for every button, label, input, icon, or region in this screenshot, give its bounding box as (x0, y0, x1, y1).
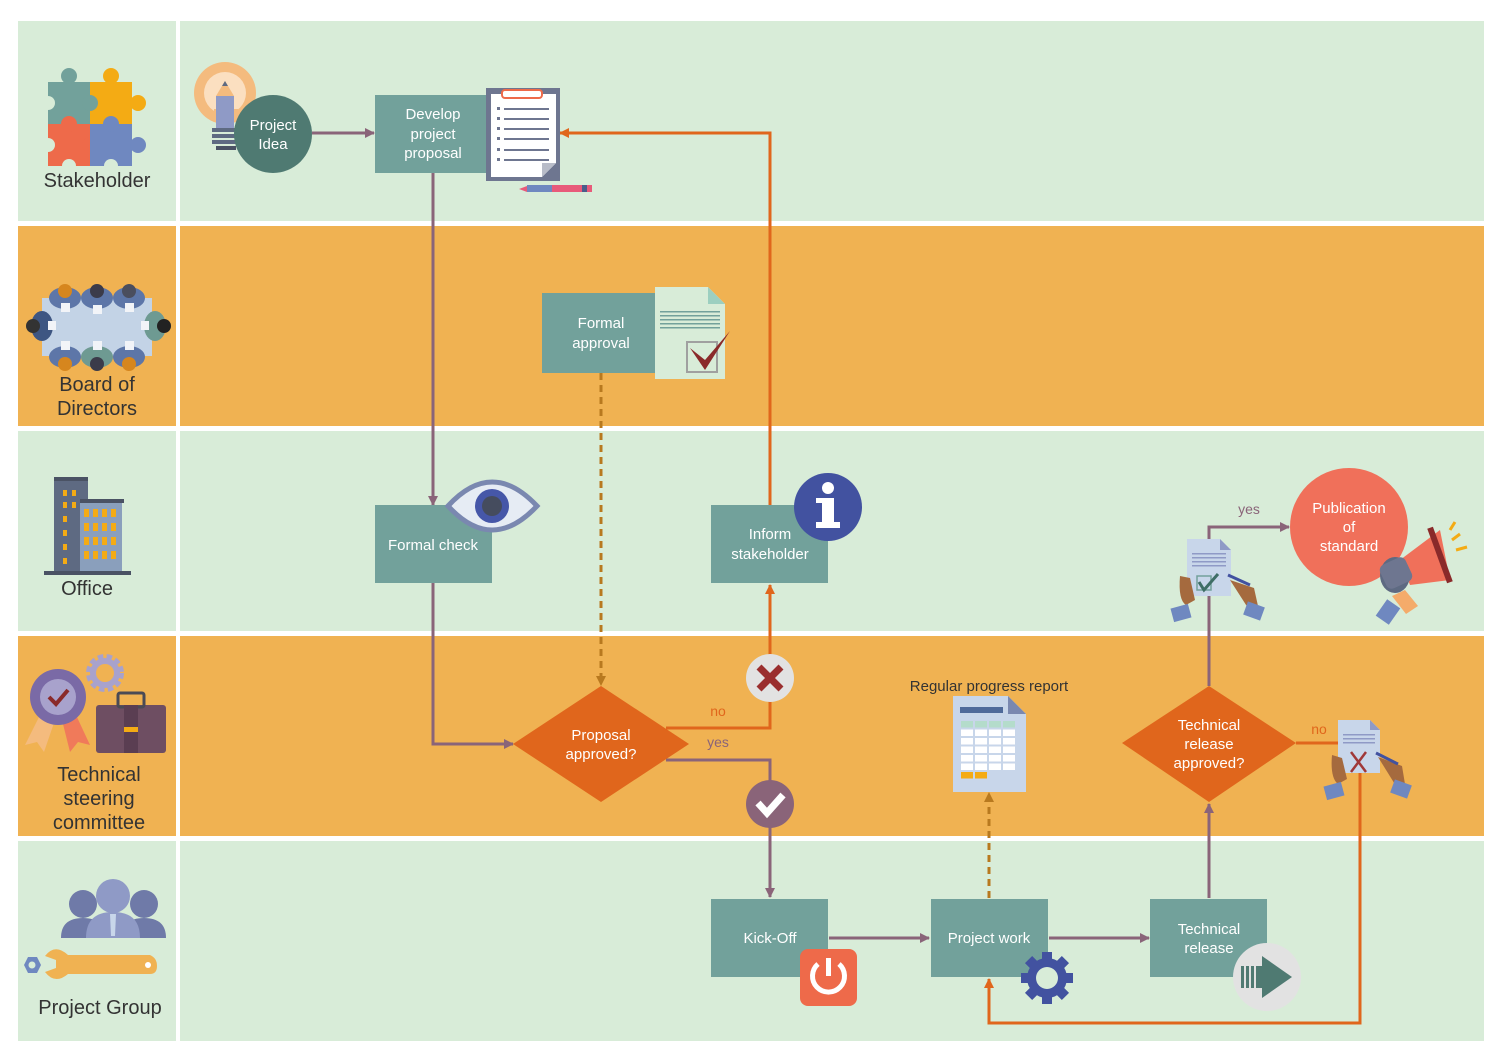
node-label: stakeholder (731, 546, 809, 563)
power-icon (800, 949, 857, 1006)
node-label: Formal (578, 315, 625, 332)
lane-label-steering-line3: committee (53, 812, 145, 834)
edge-label-yes-release: yes (1238, 501, 1260, 517)
node-label: approval (572, 335, 630, 352)
node-label: Develop (405, 106, 460, 123)
node-label: Idea (258, 136, 288, 153)
sheet-cell (961, 738, 973, 745)
lane-label-steering-line2: steering (63, 788, 134, 810)
node-label: approved? (566, 746, 637, 763)
node-label: Kick-Off (743, 930, 797, 947)
sheet-cell (1003, 755, 1015, 762)
sheet-cell (989, 746, 1001, 753)
sheet-cell (961, 721, 973, 728)
node-formal-approval[interactable]: Formal approval (542, 287, 730, 379)
sheet-cell (975, 729, 987, 736)
swimlane-diagram: Stakeholder Board of Directors Office Te… (18, 21, 1484, 1041)
node-label: release (1184, 736, 1233, 753)
lane-label-stakeholder: Stakeholder (44, 170, 151, 192)
spreadsheet-report-icon[interactable] (953, 696, 1026, 792)
node-label: Technical (1178, 717, 1241, 734)
node-label: Formal check (388, 537, 479, 554)
node-label: of (1343, 519, 1356, 536)
sheet-cell (989, 721, 1001, 728)
sheet-cell (975, 738, 987, 745)
sheet-cell (961, 763, 973, 770)
sheet-cell (961, 772, 973, 779)
node-label: proposal (404, 145, 462, 162)
node-label: Project work (948, 930, 1031, 947)
sheet-cell (1003, 763, 1015, 770)
node-label: Publication (1312, 500, 1385, 517)
reject-x-icon (746, 654, 794, 702)
sheet-cell (975, 721, 987, 728)
sheet-cell (961, 746, 973, 753)
edge-label-no-release: no (1311, 721, 1327, 737)
sheet-cell (1003, 746, 1015, 753)
sheet-cell (989, 763, 1001, 770)
sheet-cell (1003, 729, 1015, 736)
sheet-cell (989, 729, 1001, 736)
lane-board (18, 226, 1484, 426)
node-label: Inform (749, 526, 792, 543)
node-label: Technical (1178, 921, 1241, 938)
edge-label-yes-proposal: yes (707, 734, 729, 750)
edge-label-no-proposal: no (710, 703, 726, 719)
sheet-cell (975, 772, 987, 779)
sheet-cell (1003, 738, 1015, 745)
sheet-cell (989, 738, 1001, 745)
gear-icon (1021, 952, 1073, 1004)
approved-document-icon (655, 287, 730, 379)
lane-label-office: Office (61, 578, 113, 600)
progress-report-label: Regular progress report (910, 678, 1069, 695)
lane-label-group: Project Group (38, 997, 161, 1019)
sheet-cell (975, 755, 987, 762)
sheet-cell (975, 763, 987, 770)
approve-check-icon (746, 780, 794, 828)
sheet-cell (961, 729, 973, 736)
info-icon (794, 473, 862, 541)
node-label: Project (250, 117, 298, 134)
node-label: Proposal (571, 727, 630, 744)
sheet-cell (1003, 721, 1015, 728)
puzzle-icon (41, 68, 146, 173)
lane-label-steering-line1: Technical (57, 764, 140, 786)
node-label: release (1184, 940, 1233, 957)
node-label: project (410, 126, 456, 143)
sheet-cell (989, 755, 1001, 762)
lane-label-board-line1: Board of (59, 374, 135, 396)
sheet-cell (961, 755, 973, 762)
node-label: approved? (1174, 755, 1245, 772)
forward-arrow-icon (1233, 943, 1301, 1011)
lane-label-board-line2: Directors (57, 398, 137, 420)
sheet-cell (975, 746, 987, 753)
node-label: standard (1320, 538, 1378, 555)
